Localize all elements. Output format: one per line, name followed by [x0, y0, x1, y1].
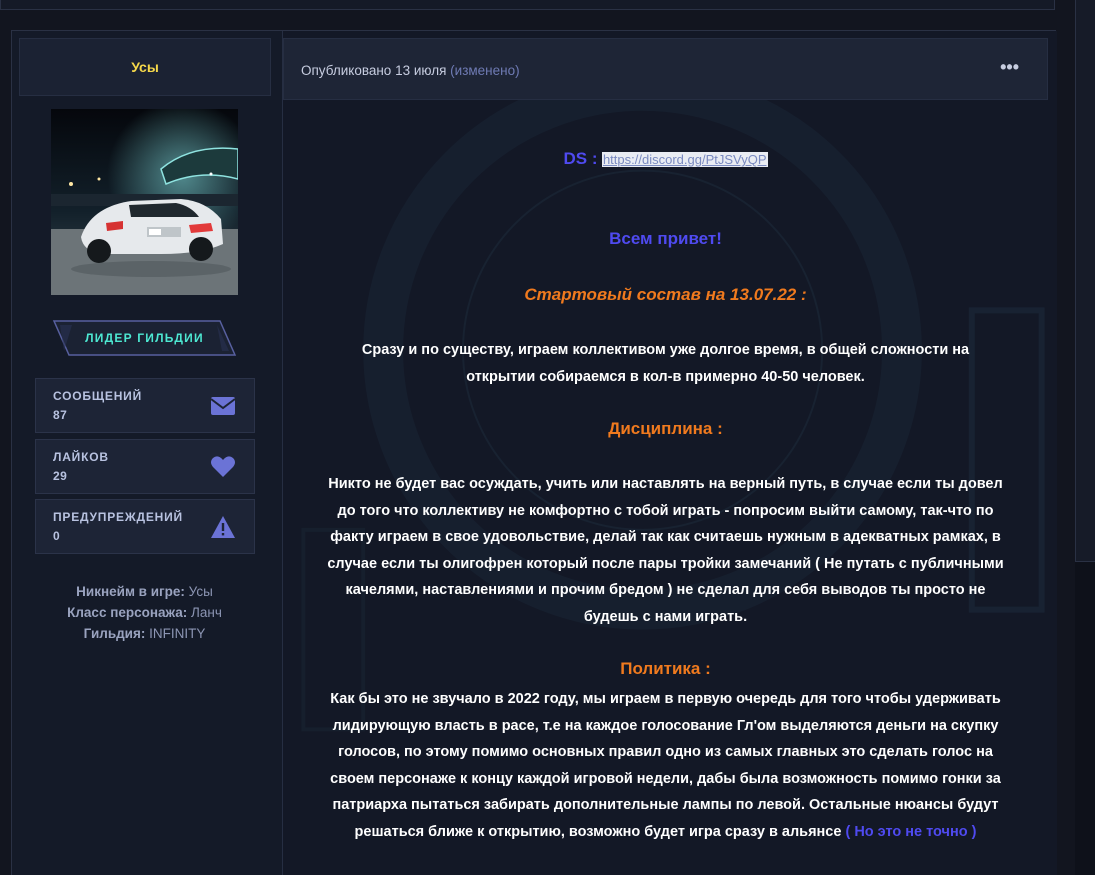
discord-link[interactable]: https://discord.gg/PtJSVyQP — [601, 152, 768, 167]
stat-messages-value: 87 — [53, 408, 68, 422]
info-nickname: Никнейм в игре: Усы — [12, 581, 277, 602]
politics-line-text: решаться ближе к открытию, возможно буде… — [354, 823, 842, 840]
info-class-value: Ланч — [191, 605, 222, 620]
politics-line: лидирующую власть в расе, т.е на каждое … — [332, 717, 999, 734]
intro-line: открытии собираемся в кол-в примерно 40-… — [466, 368, 865, 385]
avatar-image — [51, 109, 238, 295]
info-class: Класс персонажа: Ланч — [12, 602, 277, 623]
stat-warnings[interactable]: ПРЕДУПРЕЖДЕНИЙ 0 — [35, 499, 255, 554]
post-meta-bar: Опубликовано 13 июля (изменено) ••• — [283, 38, 1048, 100]
discipline-line: Никто не будет вас осуждать, учить или н… — [328, 476, 1003, 492]
info-guild-value: INFINITY — [149, 626, 206, 641]
discipline-paragraph: Никто не будет вас осуждать, учить или н… — [283, 471, 1048, 631]
edited-label[interactable]: (изменено) — [450, 63, 519, 78]
info-guild: Гильдия: INFINITY — [12, 623, 277, 644]
discipline-line: будешь с нами играть. — [583, 608, 748, 625]
right-side-panel — [1075, 0, 1095, 562]
info-class-label: Класс персонажа: — [67, 605, 188, 620]
discipline-heading: Дисциплина : — [608, 419, 723, 438]
more-options-icon[interactable]: ••• — [1000, 57, 1019, 78]
politics-paragraph: Как бы это не звучало в 2022 году, мы иг… — [283, 686, 1048, 846]
stat-likes-label: ЛАЙКОВ — [53, 450, 109, 464]
forum-post: Усы ЛИДЕР ГИЛЬДИИ СООБЩЕНИЙ 87 ЛАЙКОВ 29… — [11, 30, 1057, 875]
heart-icon — [211, 456, 235, 477]
stat-likes-value: 29 — [53, 469, 68, 483]
discipline-line: до того что коллективу не комфортно с то… — [337, 502, 994, 519]
info-nickname-label: Никнейм в игре: — [76, 584, 185, 599]
rank-label: ЛИДЕР ГИЛЬДИИ — [85, 331, 204, 345]
envelope-icon — [210, 397, 236, 415]
warning-icon — [211, 516, 235, 538]
intro-line: Сразу и по существу, играем коллективом … — [361, 342, 970, 358]
politics-line: Как бы это не звучало в 2022 году, мы иг… — [330, 691, 1001, 707]
politics-line: решаться ближе к открытию, возможно буде… — [283, 819, 1048, 846]
discipline-line: случае если ты олигофрен который после п… — [327, 555, 1004, 572]
intro-paragraph: Сразу и по существу, играем коллективом … — [283, 337, 1048, 390]
politics-line: голосов, по этому помимо основных правил… — [338, 744, 993, 761]
starting-lineup-heading: Стартовый состав на 13.07.22 : — [524, 285, 807, 304]
discord-line: DS : https://discord.gg/PtJSVyQP — [283, 149, 1048, 169]
post-date: Опубликовано 13 июля (изменено) — [301, 63, 520, 78]
greeting-heading: Всем привет! — [609, 229, 722, 248]
right-edge — [1075, 562, 1095, 875]
username-box: Усы — [19, 38, 271, 96]
stat-likes[interactable]: ЛАЙКОВ 29 — [35, 439, 255, 494]
user-info: Никнейм в игре: Усы Класс персонажа: Лан… — [12, 581, 277, 644]
politics-line: патриарха пытаться забирать дополнительн… — [332, 797, 999, 814]
previous-post-edge — [0, 0, 1055, 10]
stat-warnings-value: 0 — [53, 529, 61, 543]
discipline-line: факту играем в свое удовольствие, делай … — [330, 529, 1001, 546]
politics-line: своем персонаже к концу каждой игровой н… — [330, 770, 1001, 787]
rank-badge: ЛИДЕР ГИЛЬДИИ — [52, 319, 237, 357]
stat-messages[interactable]: СООБЩЕНИЙ 87 — [35, 378, 255, 433]
post-main: Опубликовано 13 июля (изменено) ••• DS :… — [282, 31, 1057, 875]
username-link[interactable]: Усы — [131, 59, 159, 75]
stat-messages-label: СООБЩЕНИЙ — [53, 389, 143, 403]
politics-heading: Политика : — [620, 659, 711, 678]
avatar[interactable] — [51, 109, 238, 295]
published-date[interactable]: Опубликовано 13 июля — [301, 63, 446, 78]
politics-note: ( Но это не точно ) — [845, 823, 977, 840]
info-guild-label: Гильдия: — [83, 626, 146, 641]
discord-label: DS : — [563, 149, 598, 168]
info-nickname-value: Усы — [188, 584, 213, 599]
stat-warnings-label: ПРЕДУПРЕЖДЕНИЙ — [53, 510, 183, 524]
discipline-line: качелями, наставлениями и прочим бредом … — [345, 582, 986, 599]
user-sidebar: Усы ЛИДЕР ГИЛЬДИИ СООБЩЕНИЙ 87 ЛАЙКОВ 29… — [12, 31, 277, 875]
